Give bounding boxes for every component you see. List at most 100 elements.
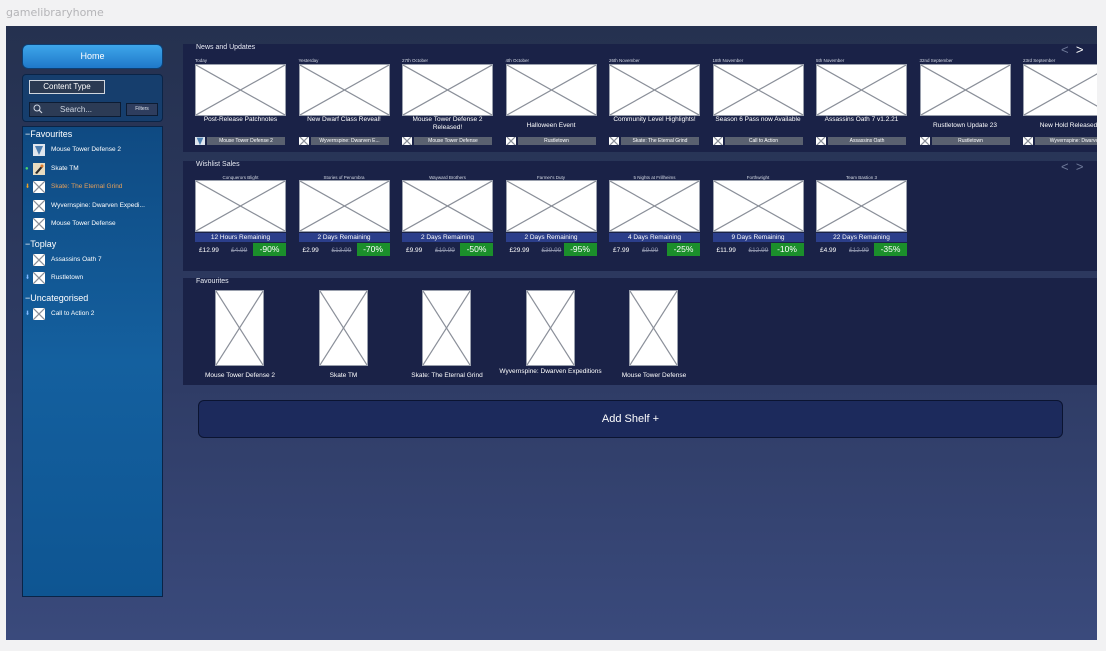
news-card[interactable]: 32nd September Rustletown Update 23 Rustle… [919, 58, 1014, 150]
favourite-card[interactable]: Skate: The Eternal Grind [411, 290, 483, 386]
discount-badge: -35% [874, 243, 907, 256]
sale-price: £9.99 [406, 247, 423, 254]
game-thumbnail-icon [33, 144, 45, 156]
news-title: Season 6 Pass now Available [715, 116, 801, 123]
news-title: Assassins Oath 7 v1.2.21 [824, 116, 899, 123]
time-remaining: 12 Hours Remaining [195, 233, 286, 242]
sidebar-game-item[interactable]: Mouse Tower Defense 2 [23, 143, 162, 157]
news-image [298, 64, 390, 116]
shelf-nav: < > [1061, 159, 1083, 174]
filters-button[interactable]: Filters [126, 103, 158, 116]
sidebar-game-item[interactable]: Assassins Oath 7 [23, 253, 162, 267]
news-title: New Hold Released [1039, 122, 1097, 129]
group-header[interactable]: −Favourites [25, 129, 72, 139]
news-card[interactable]: 18th November Season 6 Pass now Available… [712, 58, 807, 150]
group-header[interactable]: −Uncategorised [25, 293, 88, 303]
news-date: 18th November [712, 58, 744, 63]
news-card[interactable]: Today Post-Release Patchnotes Mouse Tower … [195, 58, 289, 150]
sale-price: £11.99 [716, 247, 736, 254]
library-window: Home Content Type Search... Filters −Fav… [6, 26, 1097, 640]
game-tag[interactable]: Rustletown [919, 137, 1011, 145]
favourite-card[interactable]: Wyvernspine: Dwarven Expeditions [499, 290, 602, 386]
game-title: Skate TM [51, 164, 79, 172]
game-tag-label: Wyvernspine: Dwarven E... [310, 137, 389, 145]
news-card[interactable]: Yesterday New Dwarf Class Reveal! Wyvernsp… [298, 58, 393, 150]
shelf-title: Favourites [196, 278, 229, 285]
wishlist-card[interactable]: Conquerors Blight 12 Hours Remaining £12.9… [195, 175, 289, 261]
add-shelf-button[interactable]: Add Shelf + [198, 400, 1063, 438]
favourite-card[interactable]: Mouse Tower Defense 2 [205, 290, 275, 386]
content-filter-panel: Content Type Search... Filters [22, 74, 163, 122]
news-card[interactable]: 27th October Mouse Tower Defense 2 Releas… [402, 58, 496, 150]
content-type-button[interactable]: Content Type [29, 80, 105, 94]
original-price: £9.99 [642, 247, 659, 254]
game-title: Mouse Tower Defense [621, 372, 687, 379]
chevron-left-icon[interactable]: < [1061, 159, 1069, 174]
time-remaining: 2 Days Remaining [505, 233, 597, 242]
favourite-card[interactable]: Mouse Tower Defense [622, 290, 689, 386]
game-title: Mouse Tower Defense 2 [205, 372, 275, 379]
game-image [505, 180, 597, 232]
game-cover [215, 290, 264, 366]
game-cover [422, 290, 471, 366]
news-card[interactable]: 4th October Halloween Event Rustletown [505, 58, 600, 150]
sale-price: £2.99 [302, 247, 319, 254]
news-date: 4th October [505, 58, 530, 63]
game-tag-label: Rustletown [517, 137, 596, 145]
window-title: gamelibraryhome [6, 6, 104, 19]
favourite-card[interactable]: Skate TM [318, 290, 379, 386]
news-image [195, 64, 286, 116]
shelf-nav: < > [1061, 42, 1083, 57]
sidebar-game-item[interactable]: Wyvernspine: Dwarven Expedi... [23, 199, 162, 213]
game-tag[interactable]: Skate: The Eternal Grind [609, 137, 700, 145]
news-title: Post-Release Patchnotes [203, 116, 278, 123]
sidebar-game-item[interactable]: ⬇ Call to Action 2 [23, 307, 162, 321]
wishlist-card[interactable]: Farmer's Duty 2 Days Remaining £29.99 £39.9… [505, 175, 600, 261]
news-title: New Dwarf Class Reveal! [307, 116, 381, 123]
game-tag[interactable]: Assassins Oath [816, 137, 907, 145]
group-header[interactable]: −Toplay [25, 239, 56, 249]
discount-badge: -50% [460, 243, 493, 256]
wishlist-card[interactable]: Team Bastion 3 22 Days Remaining £4.99 £12.… [816, 175, 910, 261]
game-image [816, 180, 907, 232]
news-image [402, 64, 493, 116]
game-cover [318, 290, 368, 366]
chevron-right-icon[interactable]: > [1072, 42, 1084, 57]
news-card[interactable]: 23rd September New Hold Released Wyvernspi… [1023, 58, 1097, 150]
wishlist-card[interactable]: Stories of Penumbra 2 Days Remaining £2.99… [298, 175, 393, 261]
game-title: Skate TM [329, 372, 358, 379]
game-thumbnail-icon [609, 137, 619, 145]
sidebar-game-item[interactable]: ● Skate TM [23, 162, 162, 176]
news-date: 5th November [816, 58, 845, 63]
chevron-right-icon[interactable]: > [1072, 159, 1084, 174]
shelf-title: News and Updates [196, 44, 256, 51]
sidebar-game-item[interactable]: ⬇ Rustletown [23, 271, 162, 285]
search-input[interactable]: Search... [29, 102, 121, 117]
sidebar-game-item[interactable]: Mouse Tower Defense [23, 217, 162, 231]
news-title: Rustletown Update 23 [933, 122, 997, 129]
game-tag[interactable]: Rustletown [505, 137, 597, 145]
game-tag[interactable]: Mouse Tower Defense [402, 137, 493, 145]
download-icon: ⬇ [25, 310, 31, 317]
time-remaining: 22 Days Remaining [816, 233, 907, 242]
news-card[interactable]: 26th November Community Level Highlights!… [609, 58, 703, 150]
chevron-left-icon[interactable]: < [1061, 42, 1069, 57]
home-button[interactable]: Home [22, 44, 163, 69]
wishlist-card[interactable]: Wayward Brothers 2 Days Remaining £9.99 £19… [402, 175, 496, 261]
game-tag[interactable]: Wyvernspine: Dwarven E... [298, 137, 390, 145]
news-image [609, 64, 700, 116]
game-tag[interactable]: Call to Action [712, 137, 804, 145]
game-tag[interactable]: Mouse Tower Defense 2 [195, 137, 286, 145]
game-thumbnail-icon [712, 137, 723, 145]
sidebar-game-item[interactable]: ⬇ Skate: The Eternal Grind [23, 180, 162, 194]
news-card[interactable]: 5th November Assassins Oath 7 v1.2.21 Assa… [816, 58, 910, 150]
game-image [712, 180, 804, 232]
game-thumbnail-icon [33, 181, 45, 193]
original-price: £12.99 [748, 247, 769, 254]
wishlist-card[interactable]: 5 Nights at Frillheims 4 Days Remaining £7… [609, 175, 703, 261]
game-title: Wyvernspine: Dwarven Expeditions [499, 368, 602, 375]
download-icon: ⬇ [25, 184, 31, 190]
game-title: Wyvernspine: Dwarven Expedi... [51, 201, 145, 209]
wishlist-card[interactable]: Forthwright 9 Days Remaining £11.99 £12.99-… [712, 175, 807, 261]
game-tag[interactable]: Wyvernspine: Dwarve [1023, 137, 1097, 145]
